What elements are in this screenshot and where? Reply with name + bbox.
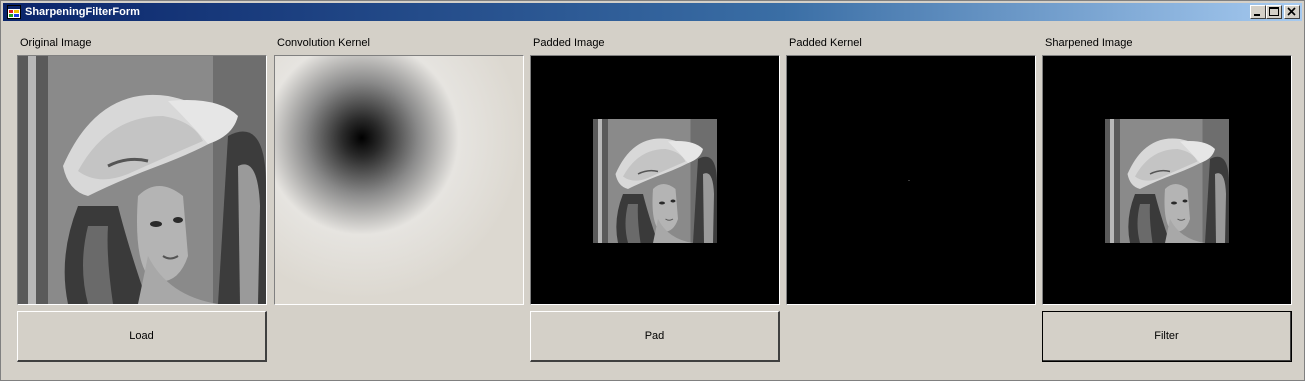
minimize-button[interactable] bbox=[1250, 5, 1266, 19]
padded-kernel-box bbox=[786, 55, 1036, 305]
padded-kernel-image bbox=[908, 180, 910, 181]
close-button[interactable] bbox=[1284, 5, 1300, 19]
sharpened-image-label: Sharpened Image bbox=[1045, 37, 1133, 49]
padded-image bbox=[593, 119, 717, 243]
close-icon bbox=[1287, 7, 1296, 16]
convolution-kernel-box bbox=[274, 55, 524, 305]
title-bar[interactable]: SharpeningFilterForm bbox=[3, 3, 1302, 21]
convolution-kernel-image bbox=[275, 56, 523, 304]
pad-button[interactable]: Pad bbox=[530, 311, 780, 362]
app-form-icon[interactable] bbox=[7, 5, 21, 19]
maximize-icon bbox=[1269, 7, 1279, 16]
sharpening-filter-window: SharpeningFilterForm Original Image Conv… bbox=[0, 0, 1305, 381]
window-title: SharpeningFilterForm bbox=[25, 6, 140, 18]
load-button[interactable]: Load bbox=[17, 311, 267, 362]
original-image-box bbox=[17, 55, 267, 305]
original-image-label: Original Image bbox=[20, 37, 92, 49]
sharpened-image-box bbox=[1042, 55, 1292, 305]
maximize-button[interactable] bbox=[1266, 5, 1282, 19]
padded-kernel-label: Padded Kernel bbox=[789, 37, 862, 49]
sharpened-image bbox=[1105, 119, 1229, 243]
convolution-kernel-label: Convolution Kernel bbox=[277, 37, 370, 49]
original-image bbox=[18, 56, 266, 304]
minimize-icon bbox=[1254, 14, 1260, 16]
filter-button[interactable]: Filter bbox=[1042, 311, 1292, 362]
padded-image-label: Padded Image bbox=[533, 37, 605, 49]
padded-image-box bbox=[530, 55, 780, 305]
